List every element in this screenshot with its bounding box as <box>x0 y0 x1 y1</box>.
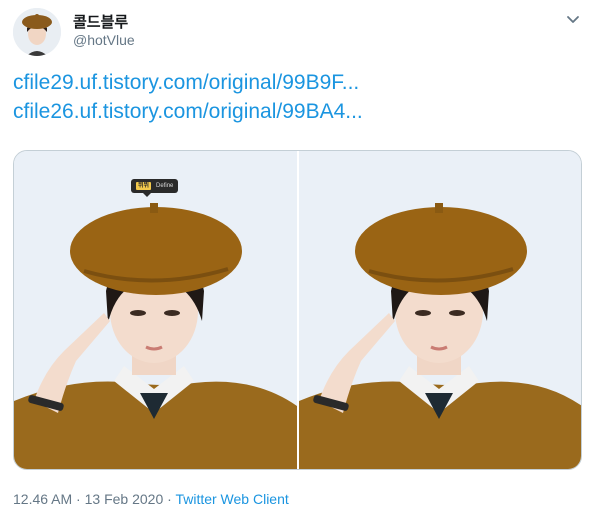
username-handle[interactable]: @hotVlue <box>73 32 135 48</box>
define-button[interactable]: Define <box>156 183 173 189</box>
portrait-image <box>14 151 297 469</box>
tweet: 콜드블루 @hotVlue cfile29.uf.tistory.com/ori… <box>0 0 597 522</box>
display-name[interactable]: 콜드블루 <box>73 11 128 32</box>
avatar[interactable] <box>13 8 61 56</box>
separator: · <box>72 491 85 507</box>
define-popup[interactable]: 뷔뷔 Define <box>131 179 179 197</box>
chevron-down-icon[interactable] <box>564 10 582 28</box>
link-2[interactable]: cfile26.uf.tistory.com/original/99BA4... <box>13 97 363 126</box>
portrait-image <box>299 151 581 469</box>
photo-right[interactable] <box>299 151 581 469</box>
tweet-text: cfile29.uf.tistory.com/original/99B9F...… <box>13 68 363 126</box>
separator: · <box>163 491 176 507</box>
tweet-metadata: 12.46 AM · 13 Feb 2020 · Twitter Web Cli… <box>13 491 289 507</box>
photo-left[interactable]: 뷔뷔 Define <box>14 151 297 469</box>
media-grid: 뷔뷔 Define <box>13 150 582 470</box>
avatar-image <box>13 8 61 56</box>
source-link[interactable]: Twitter Web Client <box>175 491 288 507</box>
link-1[interactable]: cfile29.uf.tistory.com/original/99B9F... <box>13 68 363 97</box>
tweet-time[interactable]: 12.46 AM <box>13 491 72 507</box>
highlighted-text: 뷔뷔 <box>136 182 152 190</box>
tweet-date[interactable]: 13 Feb 2020 <box>85 491 164 507</box>
